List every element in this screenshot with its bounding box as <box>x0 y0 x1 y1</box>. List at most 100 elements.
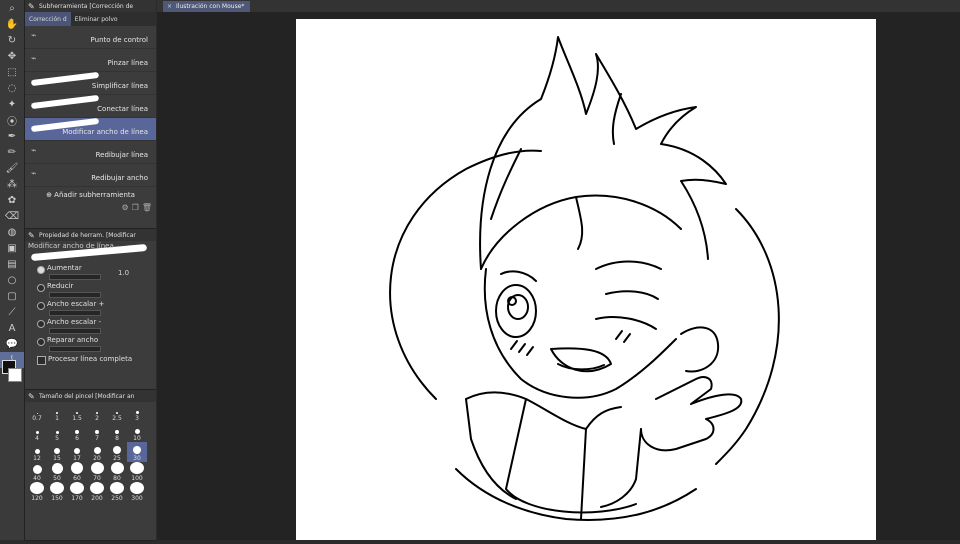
text-icon[interactable]: A <box>0 320 24 336</box>
brush-size-cell[interactable]: 300 <box>127 482 147 502</box>
brush-size-cell[interactable]: 0.7 <box>27 402 47 422</box>
radio-button[interactable] <box>37 284 45 292</box>
shape-icon[interactable]: ○ <box>0 272 24 288</box>
brush-size-cell[interactable]: 17 <box>67 442 87 462</box>
option-label: Ancho escalar + <box>47 300 105 308</box>
radio-button[interactable] <box>37 338 45 346</box>
subtool-item[interactable]: ⌁ Redibujar ancho <box>25 164 156 187</box>
subtool-item[interactable]: ⌁Conectar línea <box>25 94 156 118</box>
brush-size-cell[interactable]: 4 <box>27 422 47 442</box>
document-tab[interactable]: × Ilustración con Mouse* <box>163 0 251 12</box>
option-value[interactable]: 1.0 <box>118 269 129 277</box>
brush-size-dot <box>130 462 144 474</box>
brush-size-cell[interactable]: 200 <box>87 482 107 502</box>
tool-property-panel: ✎ Propiedad de herram. [Modificar Modifi… <box>25 229 156 390</box>
width-mode-option[interactable]: Ancho escalar + <box>25 299 156 317</box>
process-whole-line-option[interactable]: Procesar línea completa <box>25 353 156 367</box>
tab-eliminar-polvo[interactable]: Eliminar polvo <box>71 12 122 26</box>
decoration-icon[interactable]: ✿ <box>0 192 24 208</box>
blend-icon[interactable]: ◍ <box>0 224 24 240</box>
brush-size-cell[interactable]: 15 <box>47 442 67 462</box>
process-whole-line-checkbox[interactable] <box>37 356 46 365</box>
move-icon[interactable]: ✥ <box>0 48 24 64</box>
option-slider[interactable] <box>49 310 101 316</box>
brush-size-cell[interactable]: 170 <box>67 482 87 502</box>
trash-icon[interactable]: 🗑 <box>142 203 152 215</box>
ruler-icon[interactable]: ⟋ <box>0 304 24 320</box>
brush-size-cell[interactable]: 12 <box>27 442 47 462</box>
brush-size-cell[interactable]: 2.5 <box>107 402 127 422</box>
brush-size-cell[interactable]: 80 <box>107 462 127 482</box>
brush-size-cell[interactable]: 10 <box>127 422 147 442</box>
subtool-footer: ⚙ ❐ 🗑 <box>25 203 156 215</box>
brush-size-cell[interactable]: 100 <box>127 462 147 482</box>
option-slider[interactable] <box>49 346 101 352</box>
pen-icon[interactable]: ✒ <box>0 128 24 144</box>
brush-size-dot <box>133 446 141 454</box>
brush-size-label: 70 <box>93 475 101 482</box>
brush-icon[interactable]: 🖌 <box>0 160 24 176</box>
wand-icon[interactable]: ✦ <box>0 96 24 112</box>
radio-button[interactable] <box>37 266 45 274</box>
brush-size-label: 8 <box>115 435 119 442</box>
radio-button[interactable] <box>37 302 45 310</box>
add-subtool-button[interactable]: ⊕ Añadir subherramienta <box>25 187 156 203</box>
subtool-item[interactable]: ⌁Modificar ancho de línea <box>25 117 156 141</box>
brush-size-cell[interactable]: 50 <box>47 462 67 482</box>
pencil-icon[interactable]: ✏ <box>0 144 24 160</box>
option-slider[interactable] <box>49 292 101 298</box>
tab-correccion[interactable]: Corrección d <box>25 12 71 26</box>
width-mode-option[interactable]: Reducir <box>25 281 156 299</box>
select-icon[interactable]: ⬚ <box>0 64 24 80</box>
brush-size-cell[interactable]: 25 <box>107 442 127 462</box>
brush-size-cell[interactable]: 8 <box>107 422 127 442</box>
hand-icon[interactable]: ✋ <box>0 16 24 32</box>
props-panel-title: Propiedad de herram. [Modificar <box>39 231 136 239</box>
brush-size-cell[interactable]: 1.5 <box>67 402 87 422</box>
brush-size-cell[interactable]: 7 <box>87 422 107 442</box>
gradient-icon[interactable]: ▤ <box>0 256 24 272</box>
brush-size-cell[interactable]: 150 <box>47 482 67 502</box>
fill-icon[interactable]: ▣ <box>0 240 24 256</box>
subtool-item[interactable]: ⌁Simplificar línea <box>25 71 156 95</box>
brush-size-cell[interactable]: 60 <box>67 462 87 482</box>
lasso-icon[interactable]: ◌ <box>0 80 24 96</box>
magnifier-icon[interactable]: ⌕ <box>0 0 24 16</box>
radio-button[interactable] <box>37 320 45 328</box>
brush-size-cell[interactable]: 70 <box>87 462 107 482</box>
brush-size-cell[interactable]: 40 <box>27 462 47 482</box>
subtool-item[interactable]: ⌁ Punto de control <box>25 26 156 49</box>
option-slider[interactable] <box>49 328 101 334</box>
width-mode-option[interactable]: Ancho escalar - <box>25 317 156 335</box>
brush-size-cell[interactable]: 120 <box>27 482 47 502</box>
option-slider[interactable] <box>49 274 101 280</box>
eraser-icon[interactable]: ⌫ <box>0 208 24 224</box>
eyedropper-icon[interactable]: ⦿ <box>0 112 24 128</box>
brush-size-cell[interactable]: 5 <box>47 422 67 442</box>
brush-size-cell[interactable]: 30 <box>127 442 147 462</box>
brush-size-cell[interactable]: 250 <box>107 482 127 502</box>
subtool-label: Redibujar ancho <box>91 174 148 182</box>
brush-size-cell[interactable]: 2 <box>87 402 107 422</box>
airbrush-icon[interactable]: ⁂ <box>0 176 24 192</box>
drawing-canvas[interactable]: Kevin Farias <box>296 19 876 540</box>
settings-icon[interactable]: ⚙ <box>122 203 129 215</box>
brush-size-dot <box>32 465 42 474</box>
brush-size-cell[interactable]: 1 <box>47 402 67 422</box>
sub-color-swatch[interactable] <box>8 368 22 382</box>
frame-icon[interactable]: ▢ <box>0 288 24 304</box>
subtool-item[interactable]: ⌁ Pinzar línea <box>25 49 156 72</box>
brush-size-dot <box>56 412 58 414</box>
brush-size-dot <box>110 462 124 474</box>
brush-size-cell[interactable]: 20 <box>87 442 107 462</box>
brush-size-cell[interactable]: 3 <box>127 402 147 422</box>
brush-size-cell[interactable]: 6 <box>67 422 87 442</box>
close-icon[interactable]: × <box>167 3 172 10</box>
balloon-icon[interactable]: 💬 <box>0 336 24 352</box>
duplicate-icon[interactable]: ❐ <box>132 203 139 215</box>
chibi-line-art <box>389 36 780 521</box>
width-mode-option[interactable]: Aumentar 1.0 <box>25 263 156 281</box>
width-mode-option[interactable]: Reparar ancho <box>25 335 156 353</box>
subtool-item[interactable]: ⌁ Redibujar línea <box>25 141 156 164</box>
rotate-icon[interactable]: ↻ <box>0 32 24 48</box>
